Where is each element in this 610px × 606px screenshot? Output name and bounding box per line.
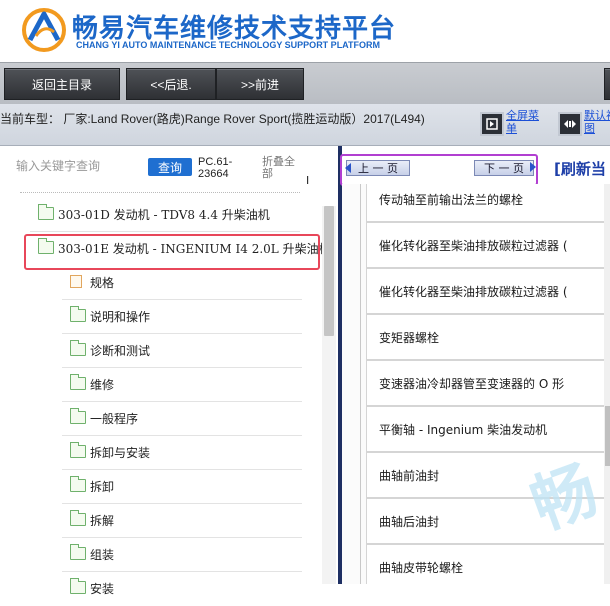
tree-item-label: 安装 (90, 582, 115, 596)
folder-icon (69, 578, 86, 594)
tree-scrollbar-thumb[interactable] (324, 206, 334, 336)
folder-icon (69, 544, 86, 560)
list-item[interactable]: 催化转化器至柴油排放碳粒过滤器 ( (366, 268, 610, 314)
tree-item-label: 组装 (90, 548, 115, 562)
current-vehicle-text: 当前车型： 厂家:Land Rover(路虎)Range Rover Sport… (0, 112, 425, 126)
main-toolbar: 返回主目录 <<后退. >>前进 (0, 62, 610, 104)
fullscreen-menu-link[interactable]: 全屏菜单 (506, 110, 542, 136)
default-view-link[interactable]: 默认视图 (584, 110, 610, 136)
list-item[interactable]: 传动轴至前输出法兰的螺栓 (366, 184, 610, 222)
list-item-label: 传动轴至前输出法兰的螺栓 (379, 193, 524, 207)
list-item[interactable]: 变矩器螺栓 (366, 314, 610, 360)
folder-icon (37, 204, 54, 220)
fullscreen-icon[interactable] (480, 112, 504, 136)
collapse-all-button[interactable]: 折叠全部 (262, 156, 302, 180)
list-item-label: 平衡轴 - Ingenium 柴油发动机 (379, 423, 548, 437)
list-item-label: 催化转化器至柴油排放碳粒过滤器 ( (379, 285, 568, 299)
cut-off-text: I (306, 174, 310, 187)
ry-logo-icon (22, 8, 66, 52)
list-item[interactable]: 催化转化器至柴油排放碳粒过滤器 ( (366, 222, 610, 268)
list-item[interactable]: 变速器油冷却器管至变速器的 O 形 (366, 360, 610, 406)
tree-item[interactable]: 拆卸与安装 (0, 436, 320, 470)
folder-icon (69, 306, 86, 322)
tree-item-label: 拆解 (90, 514, 115, 528)
nav-highlight (340, 154, 538, 186)
folder-icon (69, 340, 86, 356)
list-item[interactable]: 平衡轴 - Ingenium 柴油发动机 (366, 406, 610, 452)
list-border (360, 184, 361, 584)
tree-item-label: 规格 (90, 276, 115, 290)
tree-item-label: 拆卸与安装 (90, 446, 151, 460)
folder-icon (69, 374, 86, 390)
tree-item[interactable]: 规格 (0, 266, 320, 300)
back-button[interactable]: <<后退. (126, 68, 216, 100)
folder-icon (69, 408, 86, 424)
tree-item-label: 说明和操作 (90, 310, 151, 324)
tree-item[interactable]: 拆卸 (0, 470, 320, 504)
tree-item[interactable]: 诊断和测试 (0, 334, 320, 368)
list-item-label: 曲轴后油封 (379, 515, 440, 529)
refresh-link[interactable]: [刷新当 (554, 158, 606, 179)
divider (20, 192, 300, 193)
list-item-label: 催化转化器至柴油排放碳粒过滤器 ( (379, 239, 568, 253)
keyword-search-input[interactable] (10, 154, 140, 178)
vehicle-info-bar: 当前车型： 厂家:Land Rover(路虎)Range Rover Sport… (0, 104, 610, 146)
list-item-label: 变速器油冷却器管至变速器的 O 形 (379, 377, 565, 391)
catalog-tree-panel: 查询 PC.61-23664 折叠全部 I 303-01D 发动机 - TDV8… (0, 146, 338, 596)
tree-item-label: 诊断和测试 (90, 344, 151, 358)
tree-item[interactable]: 一般程序 (0, 402, 320, 436)
search-button[interactable]: 查询 (148, 158, 192, 176)
tree-item-label: 303-01D 发动机 - TDV8 4.4 升柴油机 (58, 208, 270, 222)
procedure-list: 传动轴至前输出法兰的螺栓 催化转化器至柴油排放碳粒过滤器 ( 催化转化器至柴油排… (342, 184, 610, 584)
list-item-label: 曲轴皮带轮螺栓 (379, 561, 464, 575)
tree-item-label: 维修 (90, 378, 115, 392)
content-scrollbar[interactable] (604, 184, 610, 584)
tree-item[interactable]: 组装 (0, 538, 320, 572)
tree-item[interactable]: 拆解 (0, 504, 320, 538)
list-item-label: 变矩器螺栓 (379, 331, 440, 345)
document-icon (70, 275, 82, 288)
tree-item[interactable]: 维修 (0, 368, 320, 402)
tree-item[interactable]: 安装 (0, 572, 320, 606)
default-view-icon[interactable] (558, 112, 582, 136)
toolbar-overflow-button[interactable] (604, 68, 610, 100)
folder-icon (69, 476, 86, 492)
tree-item[interactable]: 303-01D 发动机 - TDV8 4.4 升柴油机 (0, 198, 320, 232)
content-panel: 上 一 页 下 一 页 [刷新当 传动轴至前输出法兰的螺栓 催化转化器至柴油排放… (340, 146, 610, 584)
folder-icon (69, 442, 86, 458)
content-scrollbar-thumb[interactable] (605, 406, 610, 466)
page-nav-bar: 上 一 页 下 一 页 [刷新当 (340, 146, 610, 186)
pc-code-text: PC.61-23664 (198, 156, 233, 180)
tree-item-label: 拆卸 (90, 480, 115, 494)
app-subtitle: CHANG YI AUTO MAINTENANCE TECHNOLOGY SUP… (76, 40, 381, 50)
header: 畅易汽车维修技术支持平台 CHANG YI AUTO MAINTENANCE T… (0, 0, 610, 62)
forward-button[interactable]: >>前进 (216, 68, 304, 100)
list-item-label: 曲轴前油封 (379, 469, 440, 483)
folder-icon (69, 510, 86, 526)
selection-highlight (24, 234, 320, 270)
tree-item-label: 一般程序 (90, 412, 139, 426)
tree-item[interactable]: 说明和操作 (0, 300, 320, 334)
home-button[interactable]: 返回主目录 (4, 68, 120, 100)
